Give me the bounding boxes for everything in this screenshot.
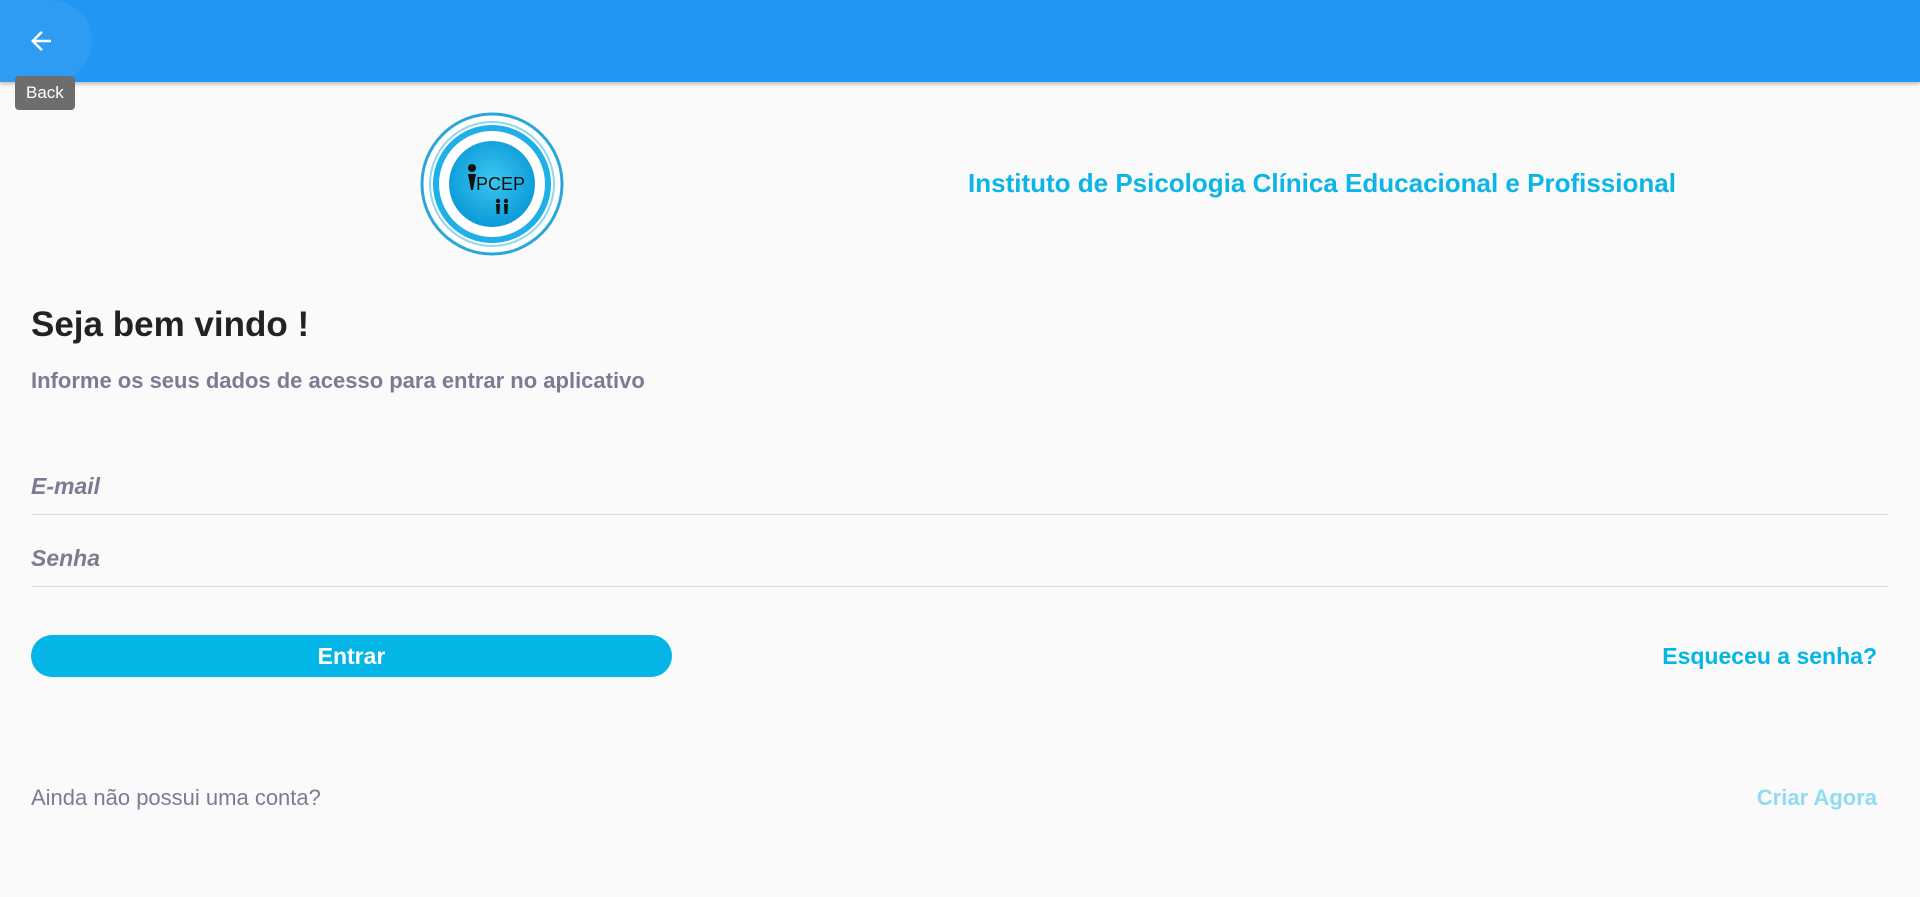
back-tooltip: Back: [15, 76, 75, 110]
password-field[interactable]: [31, 545, 1889, 572]
create-account-link[interactable]: Criar Agora: [1757, 785, 1877, 811]
login-button[interactable]: Entrar: [31, 635, 672, 677]
forgot-password-link[interactable]: Esqueceu a senha?: [1662, 643, 1877, 670]
arrow-back-icon: [31, 31, 51, 51]
app-bar: [0, 0, 1920, 82]
no-account-text: Ainda não possui uma conta?: [31, 785, 321, 810]
welcome-title: Seja bem vindo !: [31, 305, 310, 344]
back-button[interactable]: [0, 0, 92, 82]
logo-text: PCEP: [476, 174, 525, 194]
email-field[interactable]: [31, 473, 1889, 500]
password-field-container: [31, 517, 1889, 587]
institute-title: Instituto de Psicologia Clínica Educacio…: [968, 168, 1676, 198]
pcep-logo: PCEP: [420, 112, 564, 256]
login-subtitle: Informe os seus dados de acesso para ent…: [31, 368, 645, 393]
email-field-container: [31, 445, 1889, 515]
